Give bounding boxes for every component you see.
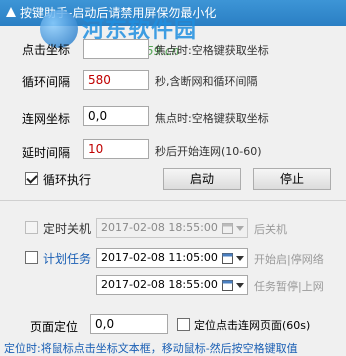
shutdown-label: 定时关机 xyxy=(43,222,92,236)
loop-interval-label: 循环间隔 xyxy=(22,75,71,89)
start-button[interactable]: 启动 xyxy=(163,168,241,190)
calendar-icon xyxy=(222,253,233,264)
plan-task-label[interactable]: 计划任务 xyxy=(43,250,91,267)
loop-interval-hint: 秒,含断网和循环间隔 xyxy=(155,75,258,88)
click-coord-input[interactable] xyxy=(83,39,149,59)
plan-task-checkbox[interactable] xyxy=(25,251,38,264)
chevron-down-icon xyxy=(236,283,244,288)
title-bar[interactable]: 按键助手-启动后请禁用屏保勿最小化 xyxy=(0,0,346,26)
chevron-down-icon xyxy=(236,226,244,231)
status-bar-text: 定位时:将鼠标点击坐标文本框，移动鼠标-然后按空格键取值 xyxy=(4,342,298,355)
window-title: 按键助手-启动后请禁用屏保勿最小化 xyxy=(20,6,217,20)
plan-pause-hint: 任务暂停|上网 xyxy=(254,280,324,293)
locate-click-page-checkbox[interactable] xyxy=(177,318,190,331)
page-locate-label: 页面定位 xyxy=(30,320,79,334)
plan-start-hint: 开始启|停网络 xyxy=(254,253,324,266)
shutdown-datetime-picker[interactable]: 2017-02-08 18:55:00 xyxy=(96,218,248,238)
plan-pause-datetime-text: 2017-02-08 18:55:00 xyxy=(101,278,218,291)
plan-start-datetime-text: 2017-02-08 11:05:00 xyxy=(101,251,218,264)
plan-start-datetime-picker[interactable]: 2017-02-08 11:05:00 xyxy=(96,248,248,268)
app-icon xyxy=(6,7,16,17)
delay-interval-hint: 秒后开始连网(10-60) xyxy=(155,145,262,158)
click-coord-hint: 焦点时:空格键获取坐标 xyxy=(155,44,269,57)
stop-button[interactable]: 停止 xyxy=(253,168,331,190)
divider xyxy=(0,200,346,201)
plan-pause-datetime-picker[interactable]: 2017-02-08 18:55:00 xyxy=(96,275,248,295)
delay-interval-input[interactable]: 10 xyxy=(83,139,149,159)
calendar-icon xyxy=(222,280,233,291)
connect-coord-label: 连网坐标 xyxy=(22,112,71,126)
loop-interval-input[interactable]: 580 xyxy=(83,70,149,90)
calendar-icon xyxy=(222,223,233,234)
locate-click-page-label: 定位点击连网页面(60s) xyxy=(194,319,311,332)
page-locate-input[interactable]: 0,0 xyxy=(90,314,168,334)
click-coord-label: 点击坐标 xyxy=(22,43,71,57)
loop-exec-label: 循环执行 xyxy=(43,173,92,187)
delay-interval-label: 延时间隔 xyxy=(22,146,71,160)
shutdown-hint: 后关机 xyxy=(254,223,287,236)
chevron-down-icon xyxy=(236,256,244,261)
shutdown-checkbox[interactable] xyxy=(25,221,38,234)
shutdown-datetime-text: 2017-02-08 18:55:00 xyxy=(101,221,218,234)
connect-coord-input[interactable]: 0,0 xyxy=(83,106,149,126)
loop-exec-checkbox[interactable] xyxy=(25,172,38,185)
connect-coord-hint: 焦点时:空格键获取坐标 xyxy=(155,112,269,125)
